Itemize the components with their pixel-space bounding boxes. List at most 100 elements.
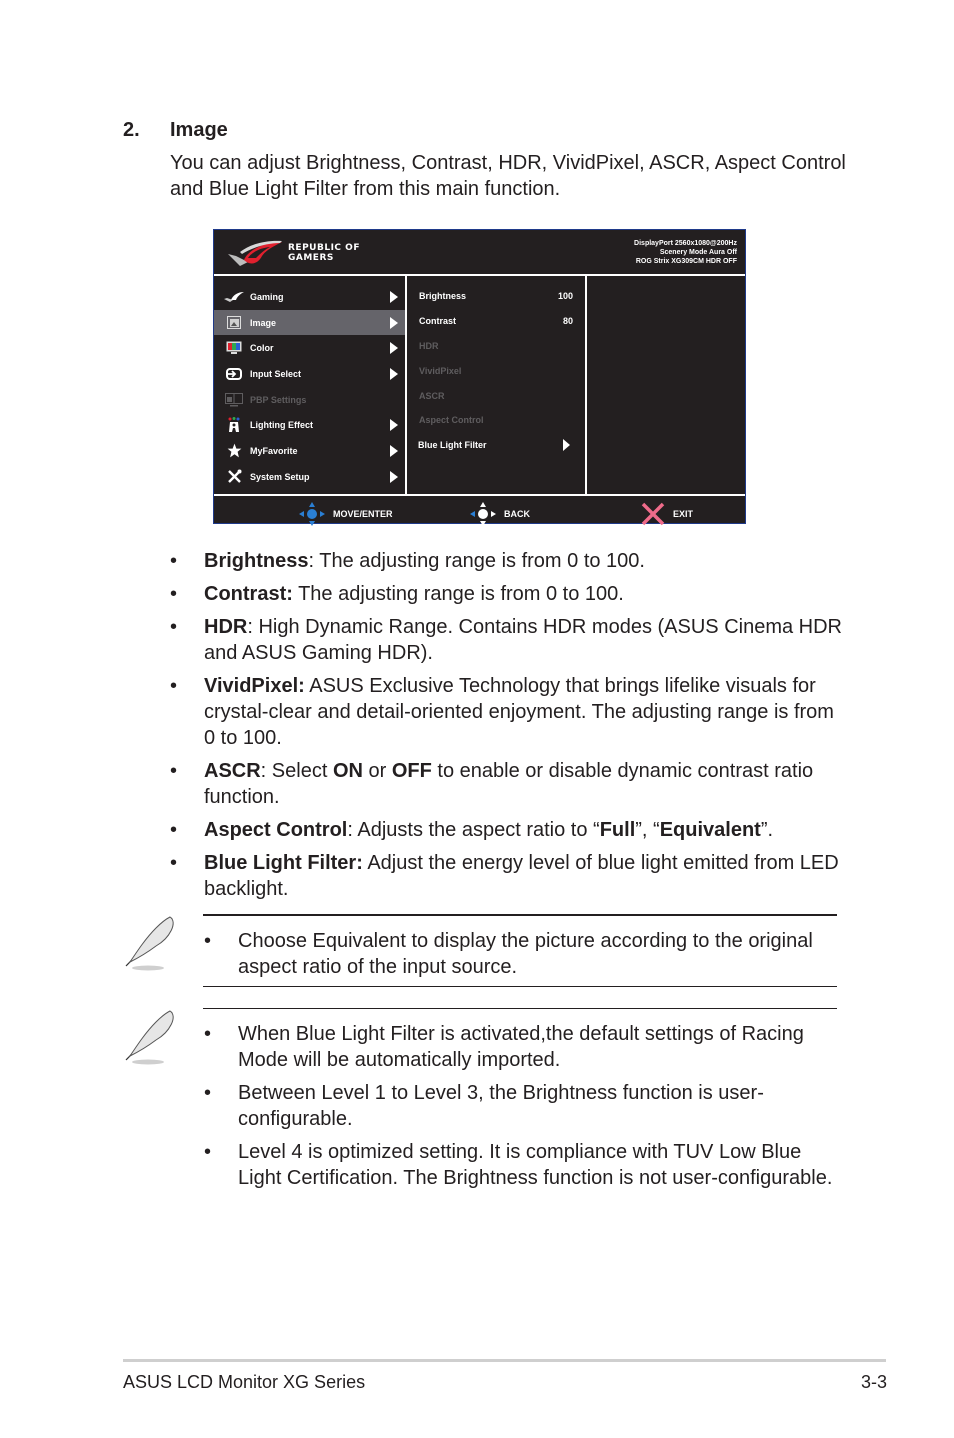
column-divider: [585, 276, 587, 494]
menu-item-input-select[interactable]: Input Select: [214, 361, 405, 387]
menu-label: Gaming: [250, 291, 284, 302]
osd-screenshot: REPUBLIC OF GAMERS DisplayPort 2560x1080…: [213, 229, 746, 526]
submenu-label: Aspect Control: [419, 415, 484, 426]
menu-label: Lighting Effect: [250, 420, 313, 431]
term: VividPixel:: [204, 675, 305, 697]
term: Blue Light Filter:: [204, 852, 363, 874]
pbp-icon: [224, 392, 244, 407]
exit-hint: EXIT: [641, 502, 693, 526]
menu-item-lighting-effect[interactable]: Lighting Effect: [214, 412, 405, 438]
section-title: Image: [170, 119, 228, 141]
osd-submenu: Brightness 100 Contrast 80 HDR VividPixe…: [407, 284, 585, 458]
term: Brightness: [204, 550, 309, 572]
rog-eye-icon: [224, 290, 244, 304]
brand-line-1: REPUBLIC OF: [288, 243, 360, 253]
footer-document-title: ASUS LCD Monitor XG Series: [123, 1372, 366, 1392]
section-intro: You can adjust Brightness, Contrast, HDR…: [170, 152, 846, 200]
image-icon: [224, 316, 244, 330]
menu-label: Color: [250, 343, 274, 354]
chevron-right-icon: [390, 342, 398, 355]
rog-logo-icon: [228, 240, 282, 266]
list-item-hdr: HDR: High Dynamic Range. Contains HDR mo…: [170, 614, 850, 666]
note-rule-top: [203, 914, 837, 916]
exit-x-icon: [641, 502, 665, 526]
list-item-aspect-control: Aspect Control: Adjusts the aspect ratio…: [170, 817, 850, 843]
list-item-vividpixel: VividPixel: ASUS Exclusive Technology th…: [170, 673, 850, 751]
menu-label: Image: [250, 317, 277, 328]
chevron-right-icon: [390, 316, 398, 329]
note-rule-top: [203, 1008, 837, 1009]
osd-main-menu: Gaming Image Color Input Select PBP Sett…: [214, 284, 405, 490]
submenu-item-brightness[interactable]: Brightness 100: [407, 284, 585, 309]
osd-status-info: DisplayPort 2560x1080@200Hz Scenery Mode…: [634, 239, 737, 266]
menu-item-myfavorite[interactable]: MyFavorite: [214, 438, 405, 464]
info-model: ROG Strix XG309CM HDR OFF: [635, 258, 737, 265]
menu-item-system-setup[interactable]: System Setup: [214, 464, 405, 490]
submenu-label: Brightness: [419, 291, 467, 302]
dpad-back-icon: [470, 502, 496, 526]
chevron-right-icon: [390, 291, 398, 303]
menu-label: PBP Settings: [250, 394, 307, 405]
back-label: BACK: [504, 509, 530, 519]
note-1: Choose Equivalent to display the picture…: [203, 928, 843, 987]
page-number: 3-3: [860, 1372, 887, 1392]
description: The adjusting range is from 0 to 100.: [319, 550, 645, 572]
submenu-item-contrast[interactable]: Contrast 80: [407, 309, 585, 334]
brightness-value: 100: [557, 291, 573, 302]
menu-item-gaming[interactable]: Gaming: [214, 284, 405, 310]
submenu-label: Blue Light Filter: [418, 440, 487, 451]
note-item: Between Level 1 to Level 3, the Brightne…: [203, 1080, 843, 1132]
chevron-right-icon: [563, 438, 570, 451]
menu-item-color[interactable]: Color: [214, 335, 405, 361]
move-enter-label: MOVE/ENTER: [333, 509, 393, 519]
chevron-right-icon: [390, 470, 398, 483]
submenu-item-vividpixel: VividPixel: [407, 358, 585, 383]
note-item: Level 4 is optimized setting. It is comp…: [203, 1139, 843, 1191]
chevron-right-icon: [390, 419, 398, 432]
star-icon: [224, 444, 244, 458]
dpad-move-icon: [299, 502, 325, 526]
tools-icon: [224, 469, 244, 484]
info-input: DisplayPort 2560x1080@200Hz: [634, 240, 737, 247]
feature-list: Brightness: The adjusting range is from …: [170, 548, 850, 909]
brand-line-2: GAMERS: [288, 253, 334, 263]
submenu-label: HDR: [419, 340, 439, 351]
menu-label: MyFavorite: [250, 445, 298, 456]
note-2: When Blue Light Filter is activated,the …: [203, 1021, 843, 1198]
submenu-label: ASCR: [419, 390, 445, 401]
term: ASCR: [204, 760, 261, 782]
chevron-right-icon: [390, 368, 398, 381]
list-item-brightness: Brightness: The adjusting range is from …: [170, 548, 850, 574]
footer-rule: [123, 1359, 886, 1362]
description: The adjusting range is from 0 to 100.: [298, 583, 624, 605]
note-item: When Blue Light Filter is activated,the …: [203, 1021, 843, 1073]
osd-footer: MOVE/ENTER BACK EXIT: [214, 496, 745, 526]
term: HDR: [204, 616, 248, 638]
note-feather-icon: [125, 1010, 174, 1065]
section-number: 2.: [123, 119, 140, 141]
menu-item-image[interactable]: Image: [214, 309, 405, 336]
submenu-label: Contrast: [419, 316, 457, 327]
term: Contrast:: [204, 583, 293, 605]
note-feather-icon: [125, 916, 174, 971]
exit-label: EXIT: [673, 509, 694, 519]
list-item-ascr: ASCR: Select ON or OFF to enable or disa…: [170, 758, 850, 810]
menu-label: System Setup: [250, 471, 310, 482]
back-hint: BACK: [470, 502, 530, 526]
contrast-value: 80: [562, 316, 573, 327]
submenu-label: VividPixel: [419, 365, 462, 376]
menu-label: Input Select: [250, 368, 302, 379]
note-item: Choose Equivalent to display the picture…: [203, 928, 843, 980]
term: Aspect Control: [204, 819, 348, 841]
osd-header: REPUBLIC OF GAMERS DisplayPort 2560x1080…: [214, 230, 745, 276]
submenu-item-aspect-control: Aspect Control: [407, 408, 585, 433]
note-rule-bottom: [203, 986, 837, 987]
move-enter-hint: MOVE/ENTER: [299, 502, 393, 526]
description: High Dynamic Range. Contains HDR modes (…: [204, 616, 843, 664]
list-item-contrast: Contrast: The adjusting range is from 0 …: [170, 581, 850, 607]
lighting-icon: [224, 417, 244, 433]
list-item-blue-light-filter: Blue Light Filter: Adjust the energy lev…: [170, 850, 850, 902]
submenu-item-blue-light-filter[interactable]: Blue Light Filter: [407, 433, 585, 458]
submenu-item-ascr: ASCR: [407, 383, 585, 408]
submenu-item-hdr: HDR: [407, 334, 585, 359]
